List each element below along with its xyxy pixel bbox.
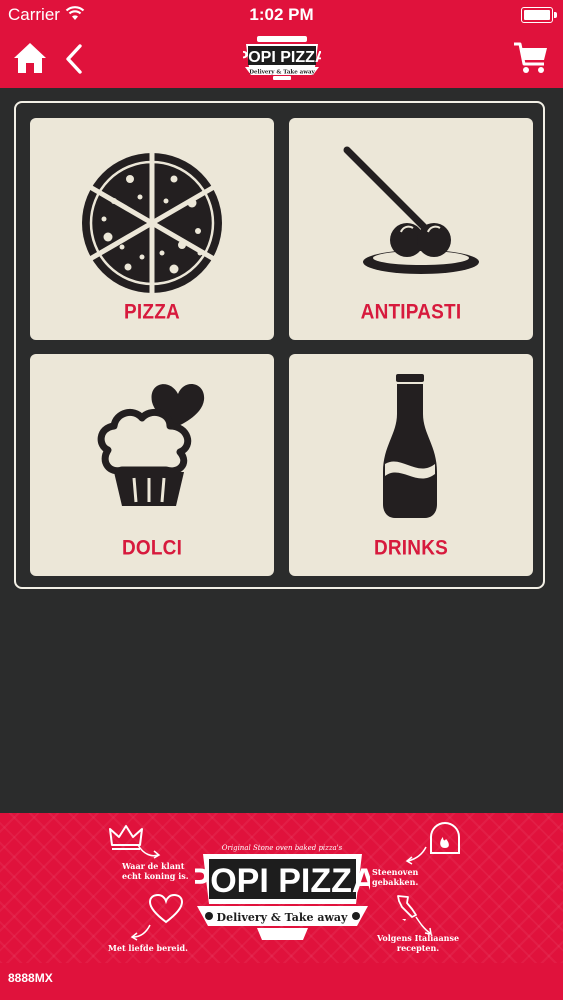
logo-name: POPI PIZZA [195, 862, 370, 900]
menu-grid: PIZZA ANTIPASTI DOLCI DRINKS [14, 101, 545, 589]
footer-caption: Waar de klant echt koning is. [122, 861, 189, 881]
menu-tile-dolci[interactable]: DOLCI [30, 354, 274, 576]
battery-icon [521, 7, 557, 23]
nav-bar: POPI PIZZA Delivery & Take away [0, 30, 563, 88]
bottom-bar: 8888MX [0, 963, 563, 1000]
arrow-icon [137, 844, 161, 859]
menu-tile-label: DOLCI [121, 536, 183, 561]
status-time: 1:02 PM [249, 5, 314, 24]
heart-icon [148, 893, 184, 924]
status-bar: Carrier 1:02 PM [0, 0, 563, 30]
logo-tagline: Delivery & Take away [249, 70, 315, 76]
logo-name: POPI PIZZA [243, 49, 321, 66]
menu-tile-antipasti[interactable]: ANTIPASTI [289, 118, 533, 340]
popi-pizza-logo: POPI PIZZA Delivery & Take away [243, 36, 321, 80]
footer-caption: Met liefde bereid. [108, 943, 188, 953]
menu-tile-label: ANTIPASTI [360, 300, 462, 325]
battery-level [524, 10, 550, 20]
arrow-icon [130, 924, 151, 941]
arrow-icon [405, 846, 427, 865]
popi-pizza-footer-logo: Original Stone oven baked pizza's POPI P… [195, 844, 370, 940]
chevron-left-icon[interactable] [62, 42, 86, 76]
menu-tile-label: PIZZA [124, 300, 180, 325]
logo-tagline: Delivery & Take away [217, 911, 348, 924]
footer-banner: Waar de klant echt koning is. Met liefde… [0, 813, 563, 963]
oven-icon [430, 822, 460, 854]
logo-subtitle: Original Stone oven baked pizza's [222, 844, 343, 852]
menu-tile-drinks[interactable]: DRINKS [289, 354, 533, 576]
footer-caption: Volgens Italiaanse recepten. [376, 933, 460, 953]
footer-caption: Steenoven gebakken. [372, 867, 419, 887]
location-code: 8888MX [8, 971, 53, 985]
home-icon[interactable] [12, 40, 48, 76]
shopping-cart-icon[interactable] [513, 40, 549, 76]
menu-tile-label: DRINKS [373, 536, 449, 561]
menu-tile-pizza[interactable]: PIZZA [30, 118, 274, 340]
